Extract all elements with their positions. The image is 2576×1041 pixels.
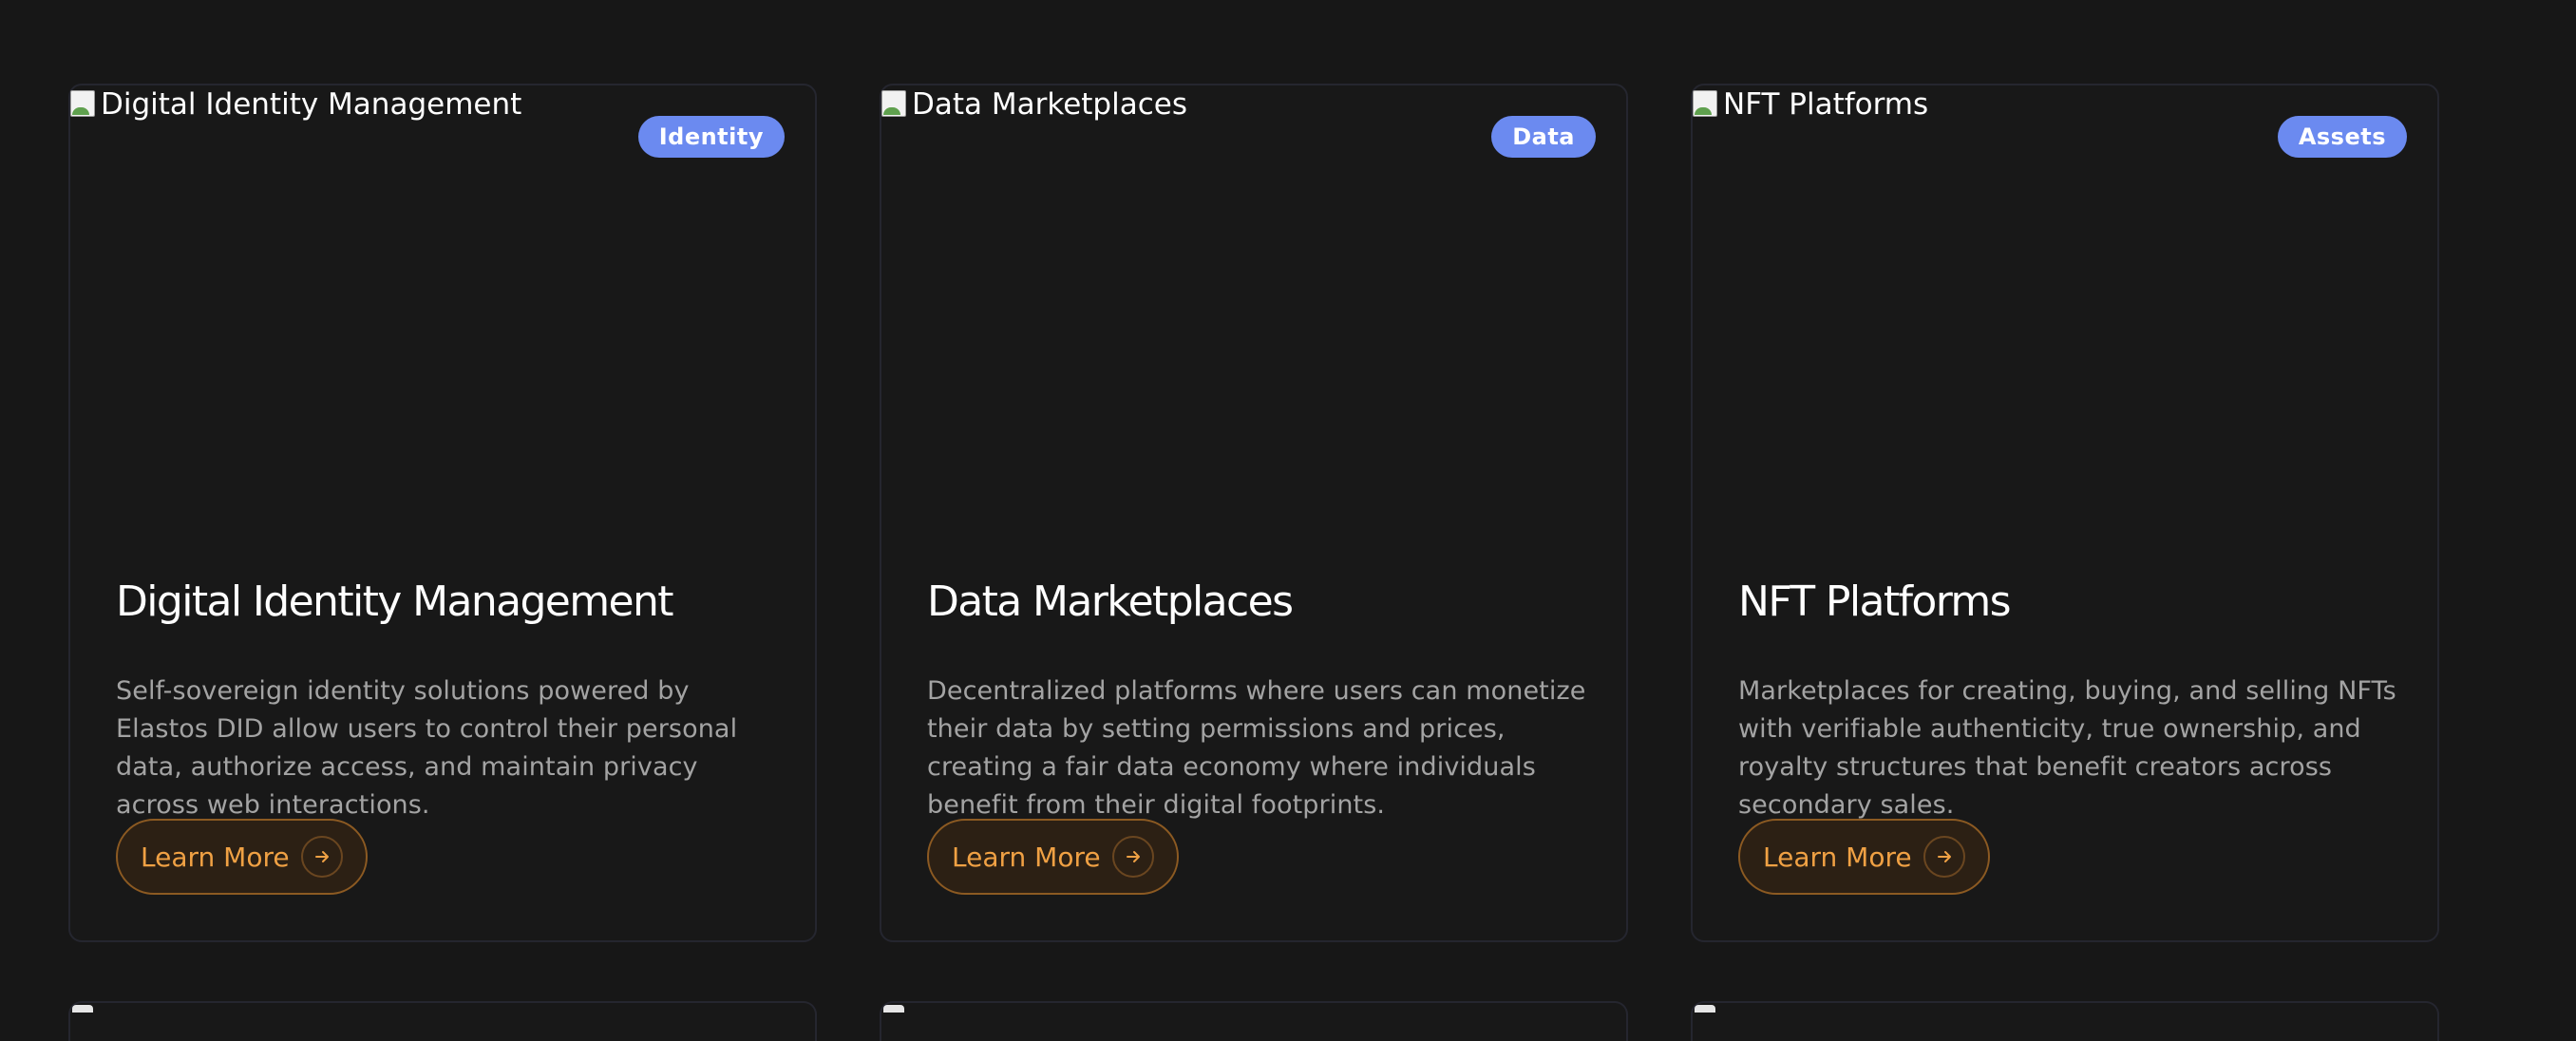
broken-image-icon [72,1005,93,1013]
broken-image-icon [1691,88,1721,121]
card-image-alt: Data Marketplaces [912,87,1187,122]
card-image-placeholder: Digital Identity Management [68,84,521,125]
next-card-row [68,1001,2439,1041]
card-title: Data Marketplaces [927,577,1294,626]
category-badge: Data [1491,116,1596,158]
arrow-right-icon [1111,836,1154,878]
card-image: Data Marketplaces Data [881,85,1626,458]
broken-image-icon [880,88,910,121]
card-peek [68,1001,817,1041]
card-image-placeholder: Data Marketplaces [880,84,1187,125]
card-description: Marketplaces for creating, buying, and s… [1738,676,2396,820]
card-image-placeholder: NFT Platforms [1691,84,1928,125]
broken-image-icon [883,1005,904,1013]
learn-more-button[interactable]: Learn More [927,819,1179,895]
use-case-grid: Digital Identity Management Identity Dig… [68,84,2439,942]
card-image-alt: Digital Identity Management [101,87,522,122]
card-image: NFT Platforms Assets [1693,85,2437,458]
arrow-right-icon [300,836,343,878]
use-case-card: Digital Identity Management Identity Dig… [68,84,817,942]
card-description: Self-sovereign identity solutions powere… [116,676,738,820]
use-case-card: NFT Platforms Assets NFT Platforms Marke… [1691,84,2439,942]
arrow-right-icon [1923,836,1965,878]
card-peek [1691,1001,2439,1041]
card-title: NFT Platforms [1738,577,2012,626]
broken-image-icon [1695,1005,1715,1013]
card-title: Digital Identity Management [116,577,674,626]
learn-more-label: Learn More [952,841,1101,873]
category-badge: Assets [2277,116,2407,158]
use-case-card: Data Marketplaces Data Data Marketplaces… [880,84,1628,942]
learn-more-label: Learn More [1763,841,1912,873]
category-badge: Identity [637,116,785,158]
card-image: Digital Identity Management Identity [70,85,815,458]
card-peek [880,1001,1628,1041]
broken-image-icon [68,88,99,121]
card-image-alt: NFT Platforms [1723,87,1929,122]
learn-more-label: Learn More [141,841,290,873]
learn-more-button[interactable]: Learn More [116,819,368,895]
card-description: Decentralized platforms where users can … [927,676,1586,820]
learn-more-button[interactable]: Learn More [1738,819,1990,895]
